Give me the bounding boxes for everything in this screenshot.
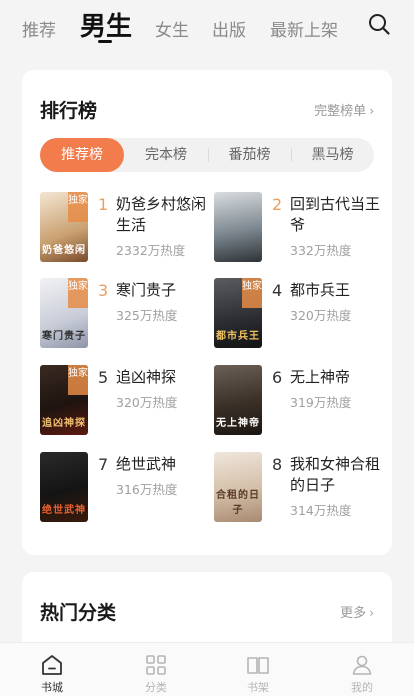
- exclusive-badge: 独家: [68, 192, 88, 222]
- rank-number: 1: [98, 195, 109, 214]
- segment-dark-horse[interactable]: 黑马榜: [291, 138, 374, 172]
- cover-title: 奶爸悠闲: [42, 245, 86, 256]
- book-cover: 合租的日子: [214, 452, 262, 522]
- book-item[interactable]: 独家 都市兵王 4 都市兵王 320万热度: [214, 278, 384, 350]
- cover-title: 合租的日子: [216, 490, 260, 516]
- cover-title: 绝世武神: [42, 505, 86, 516]
- book-title: 我和女神合租的日子: [290, 455, 381, 494]
- book-title: 追凶神探: [116, 368, 177, 386]
- book-heat: 319万热度: [290, 395, 352, 410]
- ranking-title: 排行榜: [40, 100, 98, 122]
- book-title: 无上神帝: [290, 368, 351, 386]
- tab-mine[interactable]: 我的: [322, 643, 402, 696]
- tab-publish[interactable]: 出版: [212, 16, 246, 41]
- home-icon: [42, 655, 62, 675]
- chevron-right-icon: ›: [369, 104, 374, 118]
- full-ranking-label: 完整榜单: [314, 104, 367, 119]
- book-heat: 320万热度: [116, 395, 178, 410]
- tab-category[interactable]: 分类: [116, 643, 196, 696]
- rank-number: 7: [98, 455, 109, 474]
- cover-title: 追凶神探: [42, 418, 86, 429]
- rank-number: 8: [272, 455, 283, 474]
- segment-tomato[interactable]: 番茄榜: [208, 138, 291, 172]
- book-cover: [214, 192, 262, 262]
- book-title: 寒门贵子: [116, 281, 177, 299]
- active-tab-indicator: [98, 40, 112, 43]
- book-item[interactable]: 独家 寒门贵子 3 寒门贵子 325万热度: [40, 278, 210, 350]
- book-item[interactable]: 合租的日子 8 我和女神合租的日子 314万热度: [214, 452, 384, 524]
- book-cover: 独家 追凶神探: [40, 365, 88, 435]
- more-label: 更多: [340, 606, 367, 621]
- exclusive-badge: 独家: [68, 365, 88, 395]
- ranking-segment-control: 推荐榜 完本榜 番茄榜 黑马榜: [40, 138, 374, 172]
- book-heat: 325万热度: [116, 308, 178, 323]
- book-cover: 独家 奶爸悠闲: [40, 192, 88, 262]
- book-item[interactable]: 独家 追凶神探 5 追凶神探 320万热度: [40, 365, 210, 437]
- search-icon[interactable]: [368, 13, 390, 35]
- grid-icon: [146, 655, 166, 675]
- book-cover: 无上神帝: [214, 365, 262, 435]
- tab-bookstore[interactable]: 书城: [12, 643, 92, 696]
- cover-title: 无上神帝: [216, 418, 260, 429]
- book-item[interactable]: 无上神帝 6 无上神帝 319万热度: [214, 365, 384, 437]
- exclusive-badge: 独家: [242, 278, 262, 308]
- book-item[interactable]: 绝世武神 7 绝世武神 316万热度: [40, 452, 210, 524]
- rank-number: 2: [272, 195, 283, 214]
- user-icon: [352, 655, 372, 675]
- tab-label: 书城: [41, 681, 63, 694]
- book-heat: 320万热度: [290, 308, 352, 323]
- tab-label: 我的: [351, 681, 373, 694]
- ranking-card: 排行榜 完整榜单 › 推荐榜 完本榜 番茄榜 黑马榜 独家 奶爸悠闲 1 奶爸乡村…: [22, 70, 392, 555]
- book-heat: 2332万热度: [116, 243, 186, 258]
- top-navigation: 推荐 男生 女生 出版 最新上架: [0, 0, 414, 58]
- book-title: 绝世武神: [116, 455, 177, 473]
- chevron-right-icon: ›: [369, 606, 374, 620]
- more-categories-link[interactable]: 更多 ›: [340, 602, 374, 621]
- book-heat: 332万热度: [290, 243, 352, 258]
- tab-male[interactable]: 男生: [80, 6, 132, 43]
- book-heat: 316万热度: [116, 482, 178, 497]
- tab-label: 书架: [247, 681, 269, 694]
- exclusive-badge: 独家: [68, 278, 88, 308]
- rank-number: 6: [272, 368, 283, 387]
- bottom-tab-bar: 书城 分类 书架 我的: [0, 642, 414, 696]
- book-item[interactable]: 独家 奶爸悠闲 1 奶爸乡村悠闲生活 2332万热度: [40, 192, 210, 264]
- tab-label: 分类: [145, 681, 167, 694]
- tab-recommend[interactable]: 推荐: [22, 16, 56, 41]
- book-cover: 绝世武神: [40, 452, 88, 522]
- segment-recommend[interactable]: 推荐榜: [40, 138, 124, 172]
- book-title: 都市兵王: [290, 281, 351, 299]
- hot-categories-title: 热门分类: [40, 602, 117, 624]
- book-cover: 独家 寒门贵子: [40, 278, 88, 348]
- book-cover: 独家 都市兵王: [214, 278, 262, 348]
- book-title: 奶爸乡村悠闲生活: [116, 195, 207, 234]
- cover-title: 都市兵王: [216, 331, 260, 342]
- rank-number: 4: [272, 281, 283, 300]
- book-title: 回到古代当王爷: [290, 195, 381, 234]
- segment-completed[interactable]: 完本榜: [124, 138, 208, 172]
- full-ranking-link[interactable]: 完整榜单 ›: [314, 100, 374, 119]
- cover-title: 寒门贵子: [42, 331, 86, 342]
- book-item[interactable]: 2 回到古代当王爷 332万热度: [214, 192, 384, 264]
- tab-new-arrivals[interactable]: 最新上架: [270, 16, 338, 41]
- tab-female[interactable]: 女生: [155, 16, 189, 41]
- book-heat: 314万热度: [290, 503, 352, 518]
- rank-number: 3: [98, 281, 109, 300]
- tab-bookshelf[interactable]: 书架: [218, 643, 298, 696]
- open-book-icon: [247, 657, 269, 674]
- rank-number: 5: [98, 368, 109, 387]
